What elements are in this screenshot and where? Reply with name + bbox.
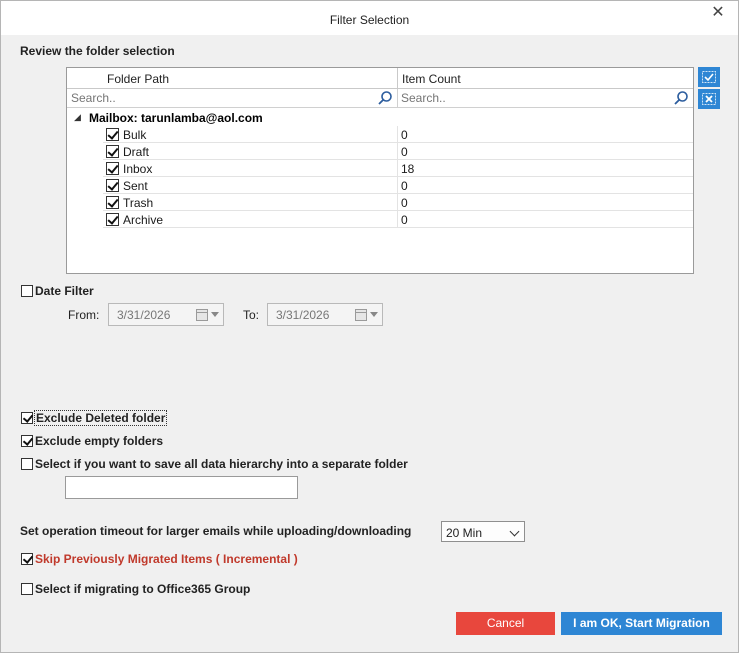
to-label: To:	[243, 308, 260, 322]
folder-row[interactable]: Inbox 18	[103, 160, 693, 177]
clear-all-icon	[702, 93, 716, 105]
folder-row[interactable]: Trash 0	[103, 194, 693, 211]
search-divider	[397, 89, 398, 108]
mailbox-label: Mailbox: tarunlamba@aol.com	[89, 111, 263, 125]
cell-divider	[397, 211, 398, 228]
calendar-icon[interactable]	[196, 308, 210, 321]
date-filter-checkbox[interactable]	[21, 285, 33, 297]
hierarchy-folder-input[interactable]	[65, 476, 298, 499]
folder-name: Sent	[123, 179, 148, 193]
folder-checkbox[interactable]	[106, 213, 119, 226]
column-divider[interactable]	[397, 68, 398, 89]
folder-row[interactable]: Bulk 0	[103, 126, 693, 143]
folder-checkbox[interactable]	[106, 179, 119, 192]
folder-grid: Folder Path Item Count ◢ Mailbox: tarunl…	[66, 67, 694, 274]
folder-count: 0	[401, 179, 408, 193]
select-all-button[interactable]	[698, 67, 720, 87]
cell-divider	[397, 126, 398, 143]
folder-name: Trash	[123, 196, 154, 210]
to-date-picker[interactable]: 3/31/2026	[267, 303, 383, 326]
collapse-arrow-icon[interactable]: ◢	[74, 112, 81, 123]
close-icon[interactable]: ✕	[710, 5, 726, 21]
folder-name: Archive	[123, 213, 164, 227]
timeout-value: 20 Min	[446, 526, 483, 540]
check-all-icon	[702, 71, 716, 83]
folder-count: 18	[401, 162, 415, 176]
folder-row[interactable]: Sent 0	[103, 177, 693, 194]
mailbox-tree-node[interactable]: ◢ Mailbox: tarunlamba@aol.com	[67, 109, 693, 127]
incremental-checkbox[interactable]	[21, 553, 33, 565]
col-folder-path[interactable]: Folder Path	[107, 72, 169, 86]
folder-count: 0	[401, 196, 408, 210]
from-date-value: 3/31/2026	[117, 308, 171, 322]
office365-group-label: Select if migrating to Office365 Group	[35, 582, 251, 596]
grid-header: Folder Path Item Count	[67, 68, 693, 89]
chevron-down-icon[interactable]	[211, 312, 219, 317]
dialog-title: Filter Selection	[329, 13, 410, 27]
cell-divider	[397, 177, 398, 194]
folder-name: Bulk	[123, 128, 147, 142]
cell-divider	[397, 160, 398, 177]
chevron-down-icon[interactable]	[509, 526, 520, 537]
cell-divider	[397, 143, 398, 160]
search-icon[interactable]	[673, 90, 689, 106]
from-date-picker[interactable]: 3/31/2026	[108, 303, 224, 326]
clear-all-button[interactable]	[698, 89, 720, 109]
filter-selection-dialog: Filter Selection ✕ Review the folder sel…	[0, 0, 739, 653]
chevron-down-icon[interactable]	[370, 312, 378, 317]
search-icon[interactable]	[377, 90, 393, 106]
from-label: From:	[68, 308, 100, 322]
folder-checkbox[interactable]	[106, 196, 119, 209]
folder-row[interactable]: Draft 0	[103, 143, 693, 160]
calendar-icon[interactable]	[355, 308, 369, 321]
folder-name: Inbox	[123, 162, 153, 176]
review-folder-label: Review the folder selection	[20, 44, 175, 58]
office365-group-checkbox[interactable]	[21, 583, 33, 595]
exclude-empty-label: Exclude empty folders	[35, 434, 164, 448]
incremental-label: Skip Previously Migrated Items ( Increme…	[35, 552, 298, 566]
cell-divider	[397, 194, 398, 211]
folder-checkbox[interactable]	[106, 145, 119, 158]
title-bar: Filter Selection ✕	[1, 1, 738, 35]
exclude-deleted-checkbox[interactable]	[21, 412, 33, 424]
start-migration-button[interactable]: I am OK, Start Migration	[561, 612, 722, 635]
to-date-value: 3/31/2026	[276, 308, 330, 322]
folder-checkbox[interactable]	[106, 162, 119, 175]
timeout-select[interactable]: 20 Min	[441, 521, 525, 542]
folder-count: 0	[401, 213, 408, 227]
folder-path-search-input[interactable]	[71, 90, 371, 106]
folder-name: Draft	[123, 145, 150, 159]
grid-search-row	[67, 89, 693, 108]
item-count-search-input[interactable]	[401, 90, 667, 106]
col-item-count[interactable]: Item Count	[402, 72, 461, 86]
folder-checkbox[interactable]	[106, 128, 119, 141]
exclude-empty-checkbox[interactable]	[21, 435, 33, 447]
exclude-deleted-label[interactable]: Exclude Deleted folder	[33, 410, 168, 426]
save-hierarchy-checkbox[interactable]	[21, 458, 33, 470]
folder-count: 0	[401, 145, 408, 159]
cancel-button[interactable]: Cancel	[456, 612, 555, 635]
folder-count: 0	[401, 128, 408, 142]
timeout-label: Set operation timeout for larger emails …	[20, 524, 412, 538]
save-hierarchy-label: Select if you want to save all data hier…	[35, 457, 408, 471]
date-filter-label: Date Filter	[35, 284, 94, 298]
folder-row[interactable]: Archive 0	[103, 211, 693, 228]
